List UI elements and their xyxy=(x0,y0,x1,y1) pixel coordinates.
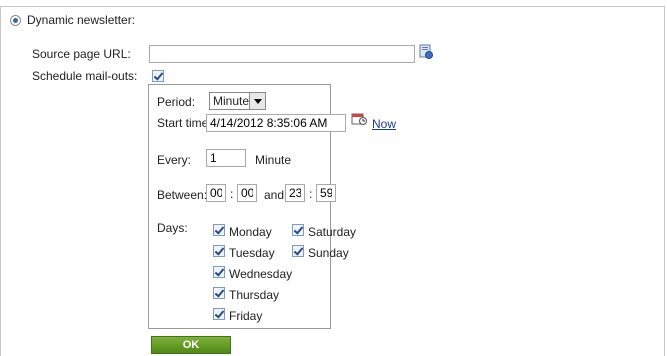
day-checkbox-monday[interactable] xyxy=(213,224,225,236)
chevron-down-icon[interactable] xyxy=(249,93,265,109)
schedule-panel: Period: Minute Start time: Now Every: Mi… xyxy=(148,84,396,329)
every-label: Every: xyxy=(157,153,192,167)
dynamic-newsletter-radio[interactable] xyxy=(10,15,21,26)
day-checkbox-sunday[interactable] xyxy=(292,245,304,257)
source-url-label: Source page URL: xyxy=(32,47,131,61)
calendar-icon[interactable] xyxy=(351,112,367,126)
start-time-label: Start time: xyxy=(157,116,212,130)
day-checkbox-saturday[interactable] xyxy=(292,224,304,236)
period-value: Minute xyxy=(213,94,250,108)
day-label-tuesday: Tuesday xyxy=(229,246,275,260)
source-url-input[interactable] xyxy=(149,45,415,63)
period-label: Period: xyxy=(157,95,196,109)
every-unit-label: Minute xyxy=(255,153,292,167)
day-checkbox-wednesday[interactable] xyxy=(213,266,225,278)
schedule-mailouts-label: Schedule mail-outs: xyxy=(32,69,138,83)
page-selector-icon[interactable] xyxy=(419,44,433,60)
between-label: Between: xyxy=(157,188,208,202)
days-label: Days: xyxy=(157,221,188,235)
day-label-sunday: Sunday xyxy=(308,246,349,260)
day-checkbox-tuesday[interactable] xyxy=(213,245,225,257)
day-checkbox-thursday[interactable] xyxy=(213,287,225,299)
day-label-saturday: Saturday xyxy=(308,225,357,239)
to-minute-input[interactable] xyxy=(316,184,336,202)
every-input[interactable] xyxy=(206,149,246,167)
from-hour-input[interactable] xyxy=(206,184,226,202)
from-minute-input[interactable] xyxy=(237,184,257,202)
day-label-monday: Monday xyxy=(229,225,272,239)
dynamic-newsletter-label: Dynamic newsletter: xyxy=(27,13,136,27)
start-time-input[interactable] xyxy=(206,114,346,132)
schedule-mailouts-checkbox[interactable] xyxy=(152,70,164,82)
and-label: and xyxy=(264,188,285,202)
ok-button[interactable]: OK xyxy=(151,336,231,354)
day-checkbox-friday[interactable] xyxy=(213,308,225,320)
now-link[interactable]: Now xyxy=(372,117,396,131)
day-label-wednesday: Wednesday xyxy=(229,267,293,281)
period-select[interactable]: Minute xyxy=(209,92,266,110)
time-separator: : xyxy=(309,187,313,201)
day-label-thursday: Thursday xyxy=(229,288,280,302)
time-separator: : xyxy=(230,187,234,201)
to-hour-input[interactable] xyxy=(285,184,305,202)
day-label-friday: Friday xyxy=(229,309,263,323)
